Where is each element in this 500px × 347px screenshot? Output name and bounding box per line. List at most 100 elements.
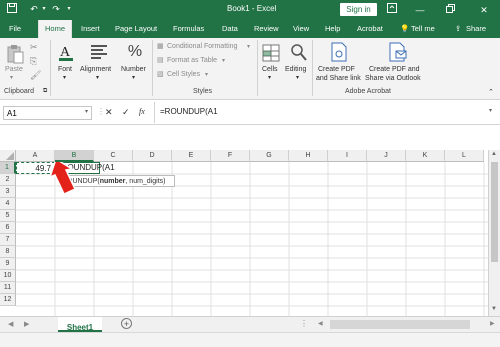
redo-icon[interactable]: ↷ <box>50 3 62 16</box>
minimize-icon[interactable]: — <box>412 2 428 18</box>
cut-icon[interactable]: ✂ <box>30 42 38 53</box>
number-button-label[interactable]: Number <box>121 66 146 73</box>
row-header-7[interactable]: 7 <box>0 234 16 246</box>
expand-formula-bar-icon[interactable]: ▾ <box>489 107 492 114</box>
cell-styles-icon[interactable]: ▧ <box>157 70 164 78</box>
tab-view[interactable]: View <box>293 20 309 38</box>
collapse-ribbon-icon[interactable]: ⌃ <box>488 88 494 96</box>
scroll-right-icon[interactable]: ▶ <box>490 320 495 327</box>
row-header-9[interactable]: 9 <box>0 258 16 270</box>
scroll-left-icon[interactable]: ◀ <box>318 320 323 327</box>
column-header-l[interactable]: L <box>445 150 484 162</box>
font-dropdown-icon[interactable]: ▾ <box>63 74 66 81</box>
cancel-entry-icon[interactable]: ✕ <box>105 107 113 118</box>
tab-page-layout[interactable]: Page Layout <box>115 20 157 38</box>
share-button[interactable]: Share <box>466 20 486 38</box>
sheet-tab-sheet1[interactable]: Sheet1 <box>58 317 102 332</box>
vertical-scrollbar[interactable]: ▲ ▼ <box>488 150 500 316</box>
column-header-h[interactable]: H <box>289 150 328 162</box>
create-pdf-outlook-label-1[interactable]: Create PDF and <box>369 66 420 73</box>
paste-icon[interactable] <box>6 44 24 64</box>
editing-icon[interactable] <box>290 42 308 61</box>
lightbulb-icon[interactable]: 💡 <box>400 20 409 38</box>
create-pdf-share-link-label-2[interactable]: and Share link <box>316 75 361 82</box>
editing-dropdown-icon[interactable]: ▾ <box>296 74 299 81</box>
font-icon[interactable]: A <box>57 42 75 61</box>
number-dropdown-icon[interactable]: ▾ <box>132 74 135 81</box>
alignment-button-label[interactable]: Alignment <box>80 66 111 73</box>
row-header-11[interactable]: 11 <box>0 282 16 294</box>
scroll-down-icon[interactable]: ▼ <box>491 306 497 312</box>
column-header-j[interactable]: J <box>367 150 406 162</box>
tab-home[interactable]: Home <box>38 20 73 38</box>
alignment-icon[interactable] <box>90 44 108 62</box>
create-pdf-icon[interactable] <box>331 42 349 62</box>
editing-button-label[interactable]: Editing <box>285 66 306 73</box>
row-header-12[interactable]: 12 <box>0 294 16 306</box>
horizontal-scroll-thumb[interactable] <box>330 320 470 329</box>
row-header-5[interactable]: 5 <box>0 210 16 222</box>
format-painter-icon[interactable]: 🖌 <box>30 70 41 81</box>
percent-icon[interactable]: % <box>126 42 144 60</box>
customize-qat-icon[interactable]: ▾ <box>63 3 75 16</box>
cell-styles-button[interactable]: Cell Styles <box>167 71 200 78</box>
prev-sheet-icon[interactable]: ◀ <box>8 320 13 328</box>
worksheet-grid[interactable]: 49.7 =ROUNDUP(A1 ROUNDUP(number, num_dig… <box>0 150 488 316</box>
copy-icon[interactable]: ⎘ <box>30 56 37 67</box>
column-header-f[interactable]: F <box>211 150 250 162</box>
row-header-2[interactable]: 2 <box>0 174 16 186</box>
tab-acrobat[interactable]: Acrobat <box>357 20 383 38</box>
paste-button-label[interactable]: Paste <box>5 66 23 73</box>
font-button-label[interactable]: Font <box>58 66 72 73</box>
cells-icon[interactable] <box>262 44 280 62</box>
tab-formulas[interactable]: Formulas <box>173 20 204 38</box>
row-header-8[interactable]: 8 <box>0 246 16 258</box>
tell-me-search[interactable]: Tell me <box>411 20 435 38</box>
undo-dropdown-icon[interactable]: ▾ <box>38 3 50 16</box>
format-as-table-dropdown-icon[interactable]: ▾ <box>222 57 225 64</box>
add-sheet-icon[interactable]: + <box>121 318 132 329</box>
tab-review[interactable]: Review <box>254 20 279 38</box>
name-box-dropdown-icon[interactable]: ▾ <box>85 108 88 115</box>
cells-button-label[interactable]: Cells <box>262 66 278 73</box>
row-header-4[interactable]: 4 <box>0 198 16 210</box>
row-header-1[interactable]: 1 <box>0 162 16 174</box>
column-header-k[interactable]: K <box>406 150 445 162</box>
tooltip-current-arg[interactable]: number <box>100 178 126 185</box>
restore-icon[interactable] <box>442 2 458 18</box>
conditional-formatting-dropdown-icon[interactable]: ▾ <box>247 43 250 50</box>
conditional-formatting-icon[interactable]: ▦ <box>157 42 164 50</box>
share-icon[interactable]: ⇪ <box>455 20 461 38</box>
create-pdf-outlook-label-2[interactable]: Share via Outlook <box>365 75 421 82</box>
tab-data[interactable]: Data <box>222 20 238 38</box>
sign-in-button[interactable]: Sign in <box>340 3 377 16</box>
conditional-formatting-button[interactable]: Conditional Formatting <box>167 43 237 50</box>
tab-file[interactable]: File <box>9 20 21 38</box>
close-icon[interactable]: ✕ <box>476 2 492 18</box>
scroll-thumb[interactable] <box>491 162 498 262</box>
create-pdf-share-link-label-1[interactable]: Create PDF <box>318 66 355 73</box>
tab-insert[interactable]: Insert <box>81 20 100 38</box>
clipboard-launcher-icon[interactable]: ⧉ <box>43 88 47 95</box>
create-pdf-outlook-icon[interactable] <box>389 42 407 62</box>
select-all-corner[interactable] <box>0 150 16 162</box>
column-header-g[interactable]: G <box>250 150 289 162</box>
column-header-e[interactable]: E <box>172 150 211 162</box>
name-box[interactable]: A1 <box>3 106 92 120</box>
row-header-10[interactable]: 10 <box>0 270 16 282</box>
row-header-3[interactable]: 3 <box>0 186 16 198</box>
format-as-table-icon[interactable]: ▤ <box>157 56 164 64</box>
format-as-table-button[interactable]: Format as Table <box>167 57 217 64</box>
paste-dropdown-icon[interactable]: ▾ <box>10 74 13 81</box>
column-header-b[interactable]: B <box>55 150 94 162</box>
cells-dropdown-icon[interactable]: ▾ <box>268 74 271 81</box>
alignment-dropdown-icon[interactable]: ▾ <box>96 74 99 81</box>
save-icon[interactable] <box>6 3 18 16</box>
ribbon-display-options-icon[interactable] <box>384 2 400 18</box>
insert-function-icon[interactable]: fx <box>139 107 145 116</box>
confirm-entry-icon[interactable]: ✓ <box>122 107 130 118</box>
cell-styles-dropdown-icon[interactable]: ▾ <box>205 71 208 78</box>
formula-input[interactable]: =ROUNDUP(A1 <box>160 107 218 116</box>
column-header-d[interactable]: D <box>133 150 172 162</box>
column-header-c[interactable]: C <box>94 150 133 162</box>
